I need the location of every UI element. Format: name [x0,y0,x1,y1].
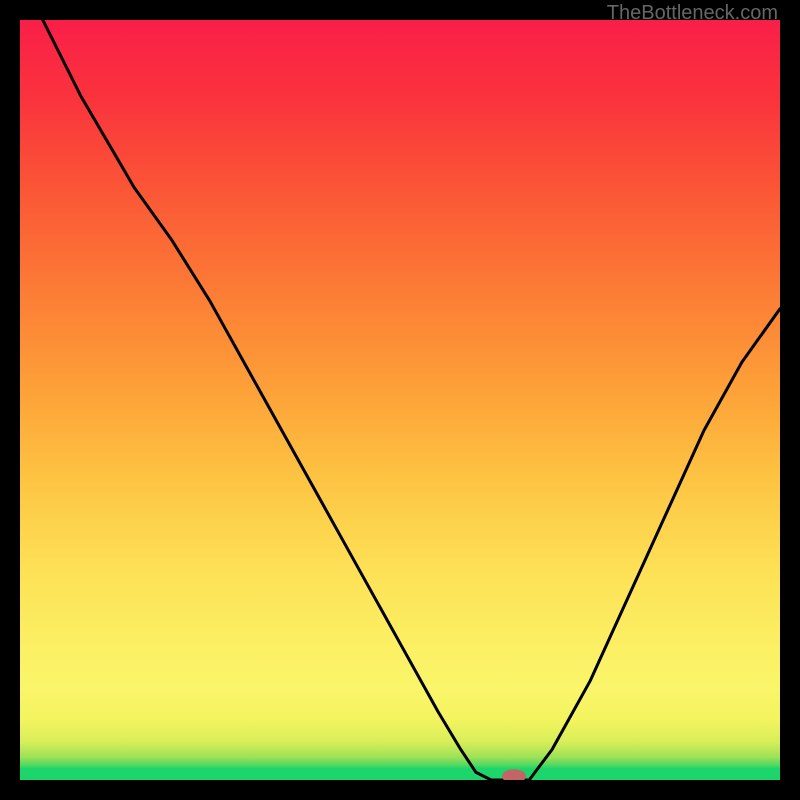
gradient-background [20,20,780,780]
plot-area [20,20,780,780]
watermark-text: TheBottleneck.com [607,2,778,25]
chart-svg [20,20,780,780]
chart-container: TheBottleneck.com [0,0,800,800]
